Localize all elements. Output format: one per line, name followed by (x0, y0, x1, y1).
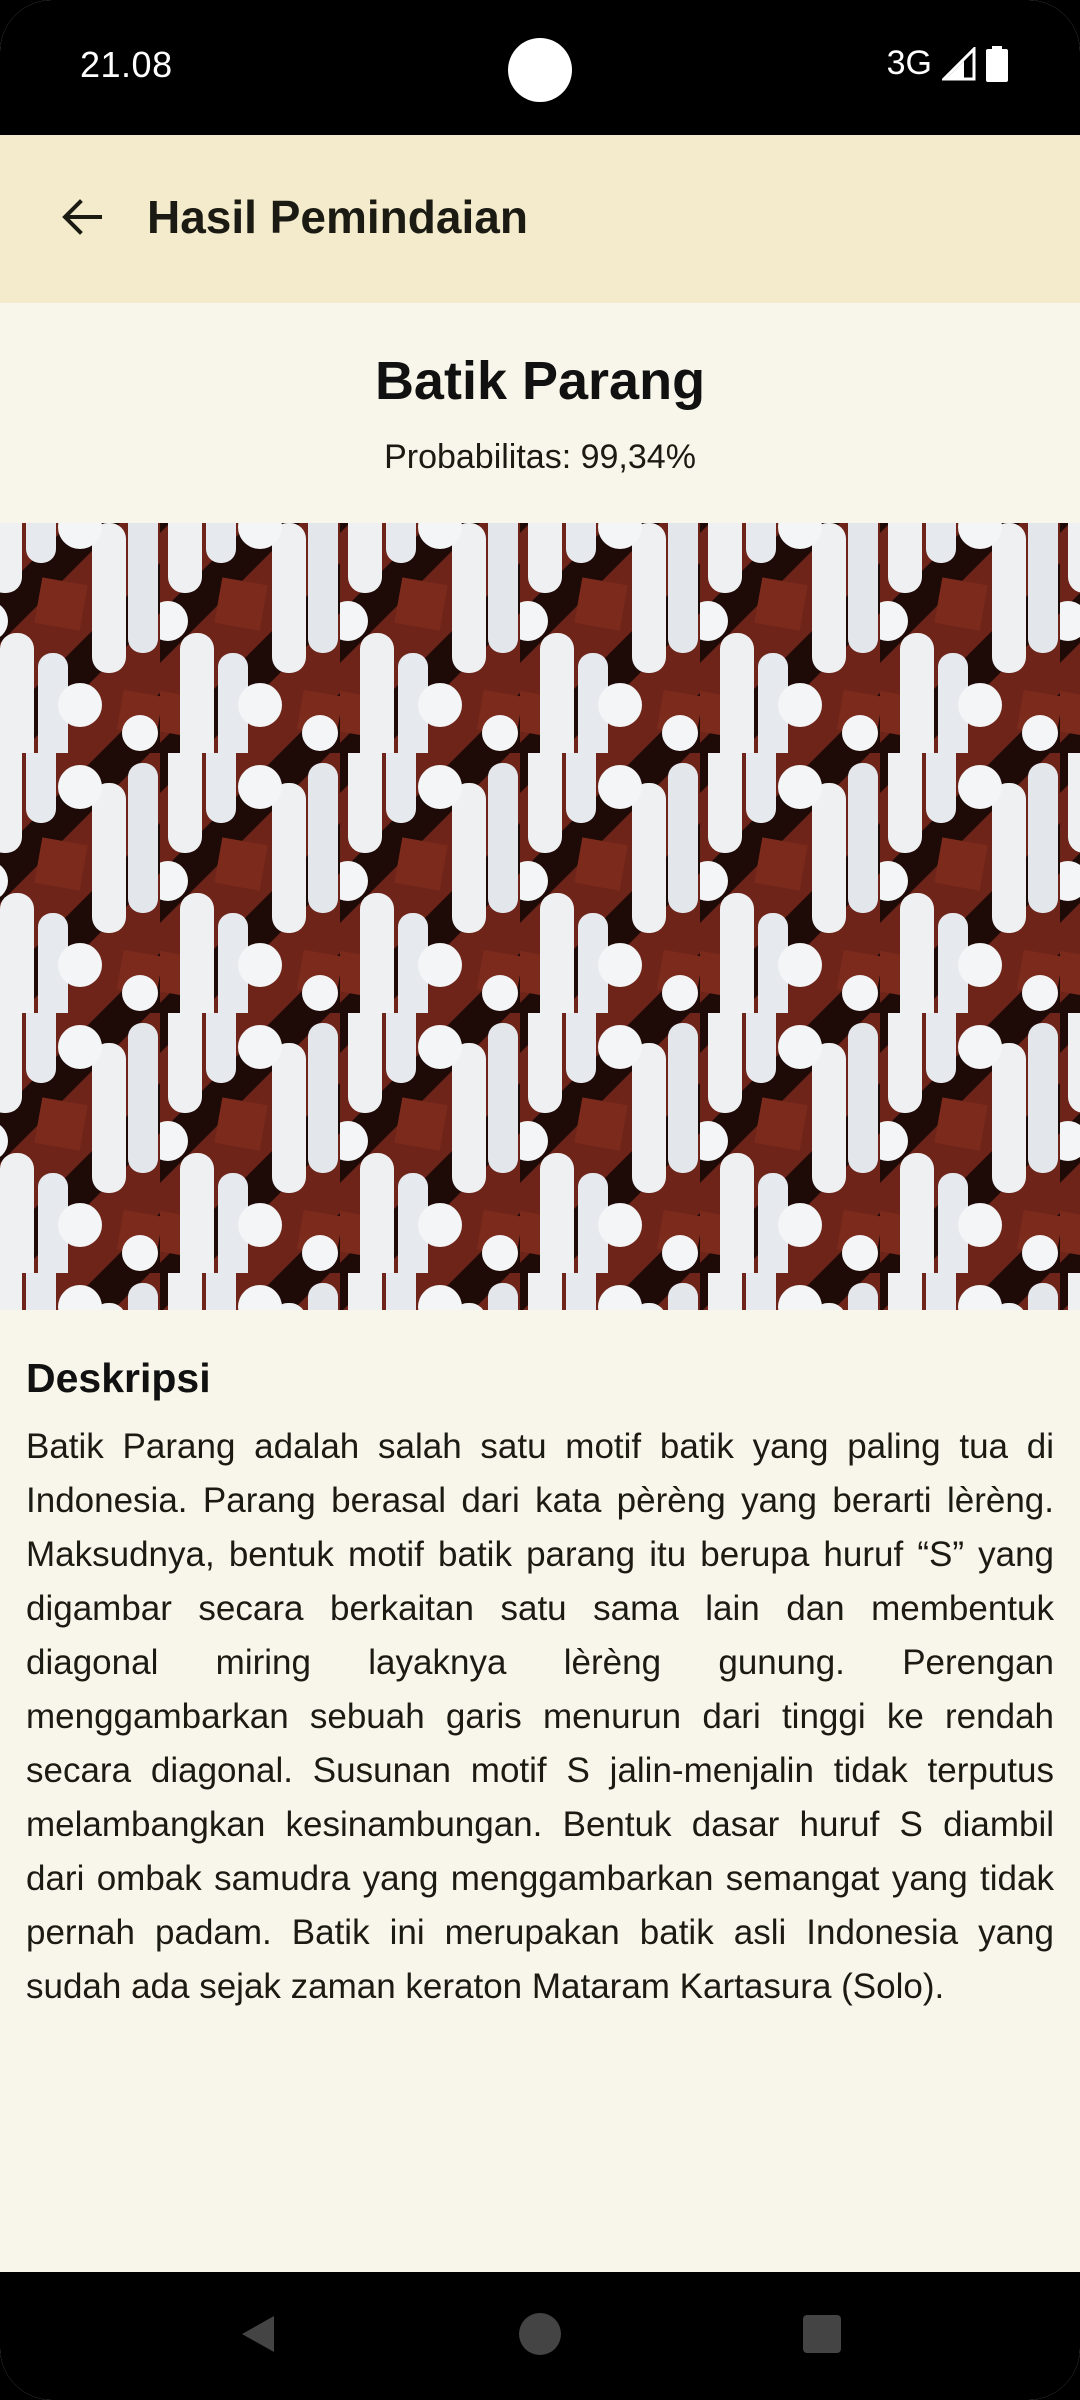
network-type: 3G (886, 44, 932, 82)
nav-back-button[interactable] (228, 2306, 288, 2366)
back-button[interactable] (36, 173, 128, 265)
batik-image (0, 523, 1080, 1310)
status-bar: 21.08 3G (0, 0, 1080, 135)
camera-cutout (508, 38, 572, 102)
top-app-bar: Hasil Pemindaian (0, 135, 1080, 303)
arrow-left-icon (60, 195, 104, 244)
description-text: Batik Parang adalah salah satu motif bat… (26, 1427, 1054, 2006)
nav-recents-icon (801, 2313, 843, 2360)
result-name: Batik Parang (374, 351, 706, 411)
nav-home-icon (517, 2311, 563, 2362)
system-nav-bar (0, 2272, 1080, 2400)
description-heading: Deskripsi (26, 1355, 211, 1401)
status-icons: 3G (887, 44, 1008, 83)
signal-icon (942, 46, 976, 81)
page-title: Hasil Pemindaian (147, 191, 528, 243)
battery-icon (986, 45, 1008, 82)
status-time: 21.08 (80, 44, 173, 85)
nav-recents-button[interactable] (792, 2306, 852, 2366)
nav-home-button[interactable] (510, 2306, 570, 2366)
nav-back-icon (236, 2312, 280, 2361)
batik-parang-pattern (0, 523, 1080, 1310)
screen: 21.08 3G Hasil Pemindaian Batik Parang P… (0, 0, 1080, 2400)
result-probability: Probabilitas: 99,34% (384, 438, 696, 476)
